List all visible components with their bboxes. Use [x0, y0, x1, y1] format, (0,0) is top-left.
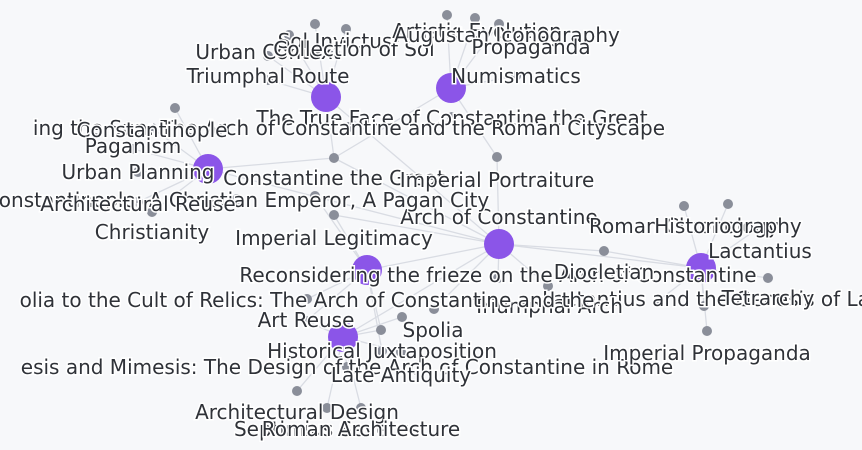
label-layer: Arch of ConstantineUrban ContextTriumpha…: [0, 18, 862, 443]
node-imperport[interactable]: [492, 152, 502, 162]
label-impprop: Imperial Propaganda: [603, 341, 811, 365]
label-lateant: Late Antiquity: [331, 363, 471, 387]
label-christ: Christianity: [95, 220, 210, 244]
label-romarch: Roman Architecture: [262, 417, 460, 441]
node-histog[interactable]: [723, 199, 733, 209]
node-romchron[interactable]: [679, 201, 689, 211]
label-pagan: Paganism: [85, 134, 182, 158]
node-constgreat[interactable]: [329, 153, 339, 163]
node-archdes[interactable]: [292, 386, 302, 396]
label-archreuse: Architectural Reuse: [40, 192, 235, 216]
node-diocl[interactable]: [599, 246, 609, 256]
node-tetr[interactable]: [763, 273, 773, 283]
label-histog: Historiography: [654, 214, 802, 238]
label-numis: Numismatics: [451, 64, 581, 88]
node-impprop[interactable]: [702, 326, 712, 336]
label-lact: Lactantius: [708, 239, 812, 263]
label-frieze: Reconsidering the frieze on the Arch of …: [239, 263, 756, 287]
knowledge-graph[interactable]: Arch of ConstantineUrban ContextTriumpha…: [0, 0, 862, 450]
node-arch[interactable]: [484, 229, 514, 259]
node-spolia[interactable]: [376, 325, 386, 335]
label-diocl: Diocletian: [554, 260, 654, 284]
label-triroute: Triumphal Route: [186, 64, 350, 88]
label-tetr: Tetrarchy: [721, 286, 815, 310]
label-prop: Propaganda: [471, 35, 590, 59]
label-implegit: Imperial Legitimacy: [235, 226, 433, 250]
label-urbplan: Urban Planning: [62, 160, 215, 184]
node-u3[interactable]: [170, 103, 180, 113]
label-artreuse: Art Reuse: [258, 308, 355, 332]
node-soliinv[interactable]: [310, 19, 320, 29]
